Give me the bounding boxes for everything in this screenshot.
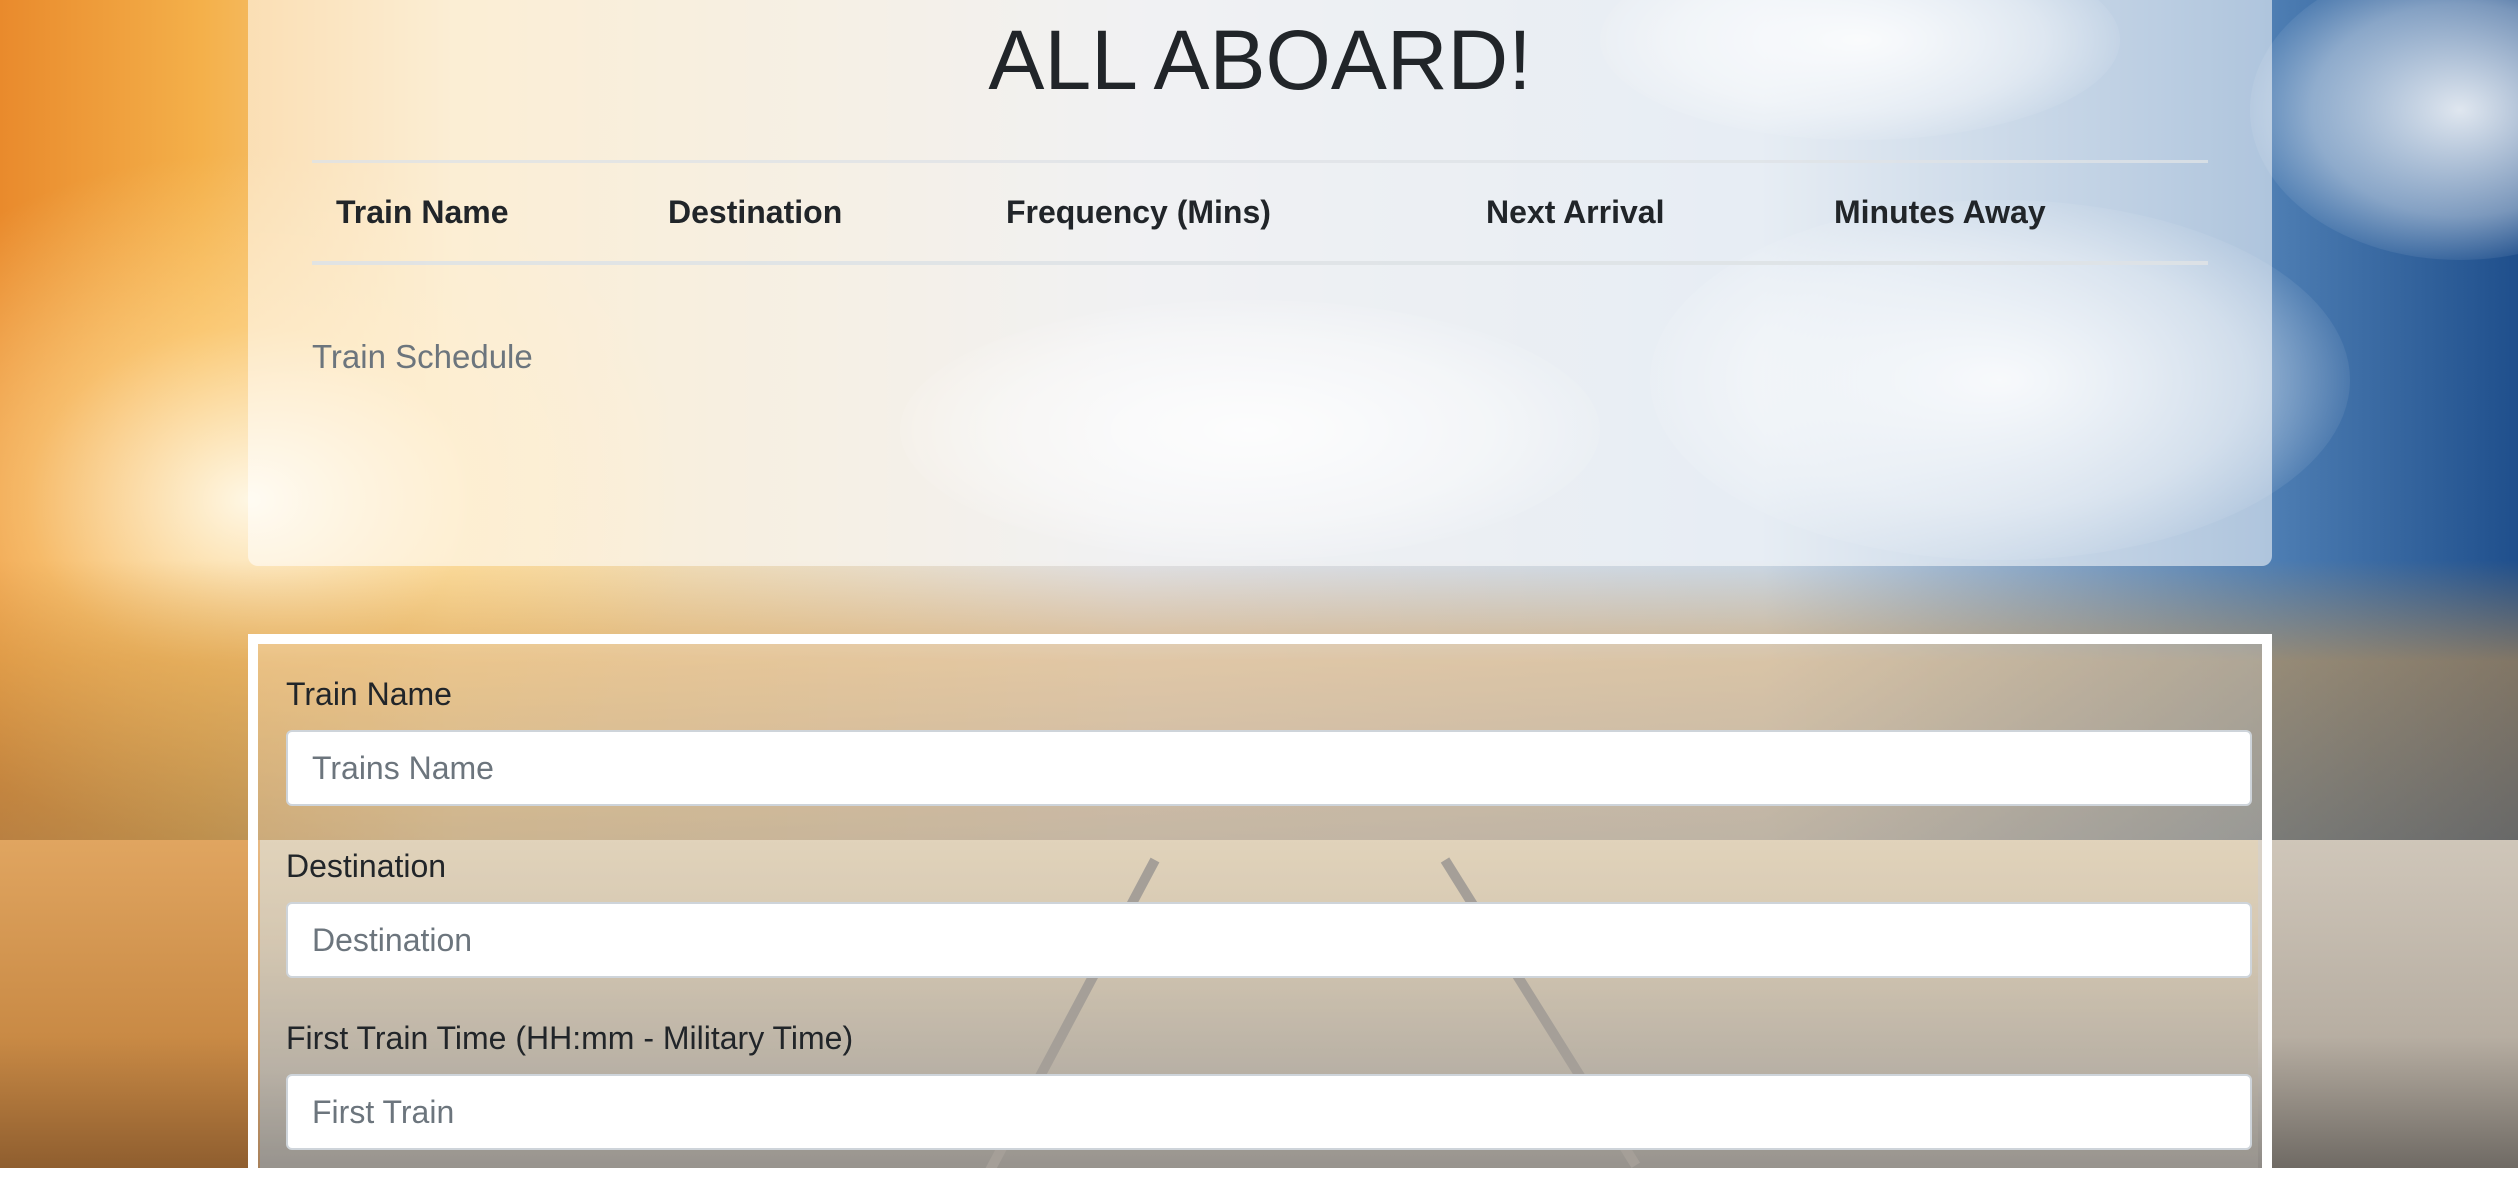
- column-header-destination: Destination: [644, 160, 982, 265]
- column-header-minutes-away: Minutes Away: [1810, 160, 2208, 265]
- first-train-label: First Train Time (HH:mm - Military Time): [286, 1020, 854, 1056]
- destination-label: Destination: [286, 848, 447, 884]
- cloud: [2250, 0, 2518, 260]
- column-header-frequency: Frequency (Mins): [982, 160, 1462, 265]
- page-title: ALL ABOARD!: [988, 13, 1532, 107]
- add-train-form: Train Name Destination First Train Time …: [248, 634, 2272, 1194]
- destination-input[interactable]: [286, 902, 2252, 978]
- train-name-label: Train Name: [286, 676, 452, 712]
- first-train-input[interactable]: [286, 1074, 2252, 1150]
- table-caption: Train Schedule: [312, 338, 533, 375]
- schedule-table: Train Name Destination Frequency (Mins) …: [312, 160, 2208, 265]
- destination-group: Destination: [286, 842, 2252, 978]
- first-train-group: First Train Time (HH:mm - Military Time): [286, 1014, 2252, 1150]
- train-name-group: Train Name: [286, 670, 2252, 806]
- table-header-row: Train Name Destination Frequency (Mins) …: [312, 160, 2208, 265]
- schedule-panel: ALL ABOARD! Train Name Destination Frequ…: [248, 0, 2272, 566]
- column-header-train-name: Train Name: [312, 160, 644, 265]
- column-header-next-arrival: Next Arrival: [1462, 160, 1810, 265]
- train-name-input[interactable]: [286, 730, 2252, 806]
- ground-right: [2258, 840, 2518, 1168]
- ground-left: [0, 840, 260, 1168]
